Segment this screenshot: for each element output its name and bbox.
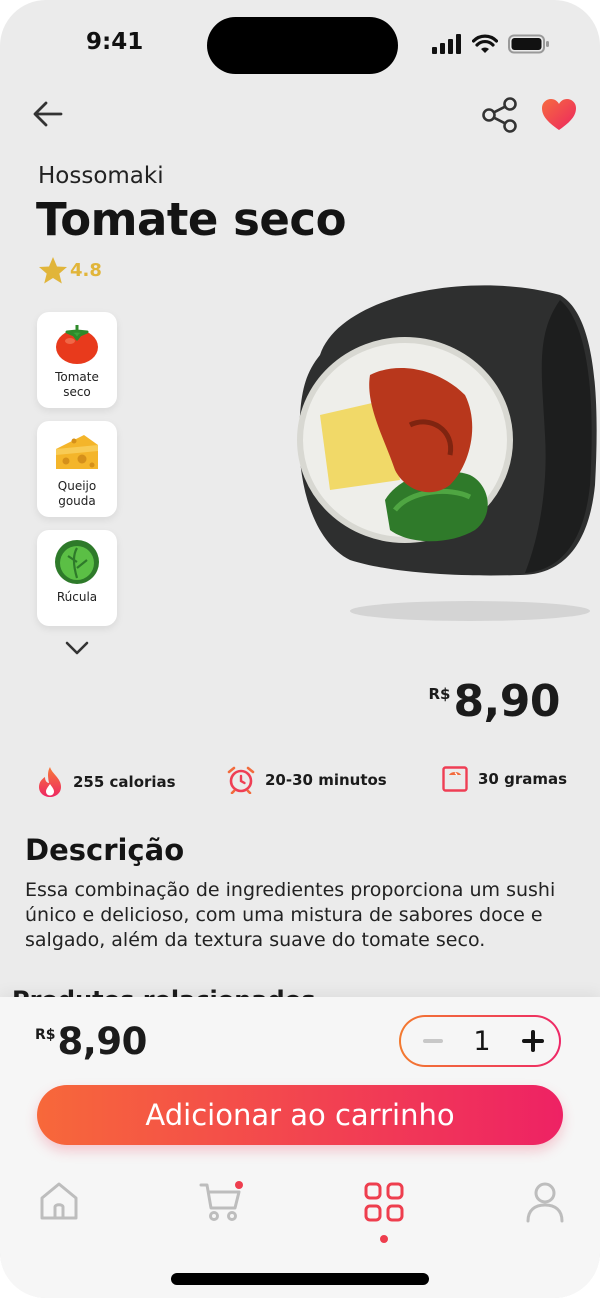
rating: 4.8 (38, 256, 102, 285)
ingredient-label: Queijo gouda (57, 479, 97, 508)
tomato-icon (56, 325, 98, 364)
heart-icon[interactable] (540, 97, 578, 133)
phone-screen: 9:41 Hossomaki Tomate seco 4.8 Tomate se… (0, 0, 600, 1298)
quantity-stepper: 1 (399, 1015, 561, 1067)
cheese-icon (56, 435, 98, 469)
status-icons (432, 34, 550, 54)
cart-price: R$ 8,90 (35, 1020, 147, 1063)
dynamic-island (207, 17, 398, 74)
share-icon[interactable] (480, 96, 520, 134)
increase-quantity-button[interactable] (521, 1029, 545, 1053)
lettuce-icon (55, 540, 99, 584)
cart-price-currency: R$ (35, 1027, 56, 1043)
chevron-down-icon[interactable] (64, 638, 90, 658)
active-nav-indicator (380, 1235, 388, 1243)
stat-calories-text: 255 calorias (73, 773, 176, 791)
stat-weight-text: 30 gramas (478, 770, 568, 788)
stat-weight: 30 gramas (442, 766, 567, 792)
star-icon (39, 257, 67, 284)
description-title: Descrição (25, 833, 185, 867)
nav-home-icon[interactable] (37, 1180, 81, 1224)
scale-icon (442, 766, 468, 792)
status-time: 9:41 (86, 29, 144, 55)
cart-price-value: 8,90 (57, 1020, 148, 1063)
home-indicator[interactable] (171, 1273, 429, 1285)
stat-time: 20-30 minutos (227, 766, 387, 794)
ingredient-card-cheese[interactable]: Queijo gouda (37, 421, 117, 517)
nav-profile-icon[interactable] (523, 1180, 567, 1224)
product-price: R$ 8,90 (428, 676, 560, 727)
wifi-icon (472, 34, 498, 53)
ingredient-label: Tomate seco (55, 370, 99, 399)
battery-icon (508, 34, 549, 54)
decrease-quantity-button[interactable] (423, 1039, 443, 1043)
alarm-clock-icon (227, 766, 255, 794)
flame-icon (39, 767, 61, 797)
quantity-stepper-inner: 1 (401, 1017, 559, 1065)
stat-calories: 255 calorias (37, 766, 176, 798)
stat-time-text: 20-30 minutos (265, 771, 387, 789)
ingredient-card-lettuce[interactable]: Rúcula (37, 530, 117, 626)
quantity-value: 1 (473, 1025, 491, 1057)
description-text: Essa combinação de ingredientes proporci… (25, 879, 556, 951)
product-category: Hossomaki (38, 163, 164, 189)
back-arrow-icon[interactable] (30, 98, 66, 130)
signal-icon (432, 34, 461, 54)
price-value: 8,90 (453, 676, 560, 727)
price-currency: R$ (428, 685, 451, 703)
page-title: Tomate seco (36, 193, 346, 246)
add-to-cart-button[interactable]: Adicionar ao carrinho (37, 1085, 563, 1145)
nav-menu-grid-icon[interactable] (362, 1180, 406, 1224)
sushi-image (297, 285, 597, 621)
rating-value: 4.8 (70, 260, 102, 281)
nav-cart-icon[interactable] (199, 1180, 243, 1224)
ingredient-card-tomato[interactable]: Tomate seco (37, 312, 117, 408)
ingredient-label: Rúcula (56, 590, 98, 604)
